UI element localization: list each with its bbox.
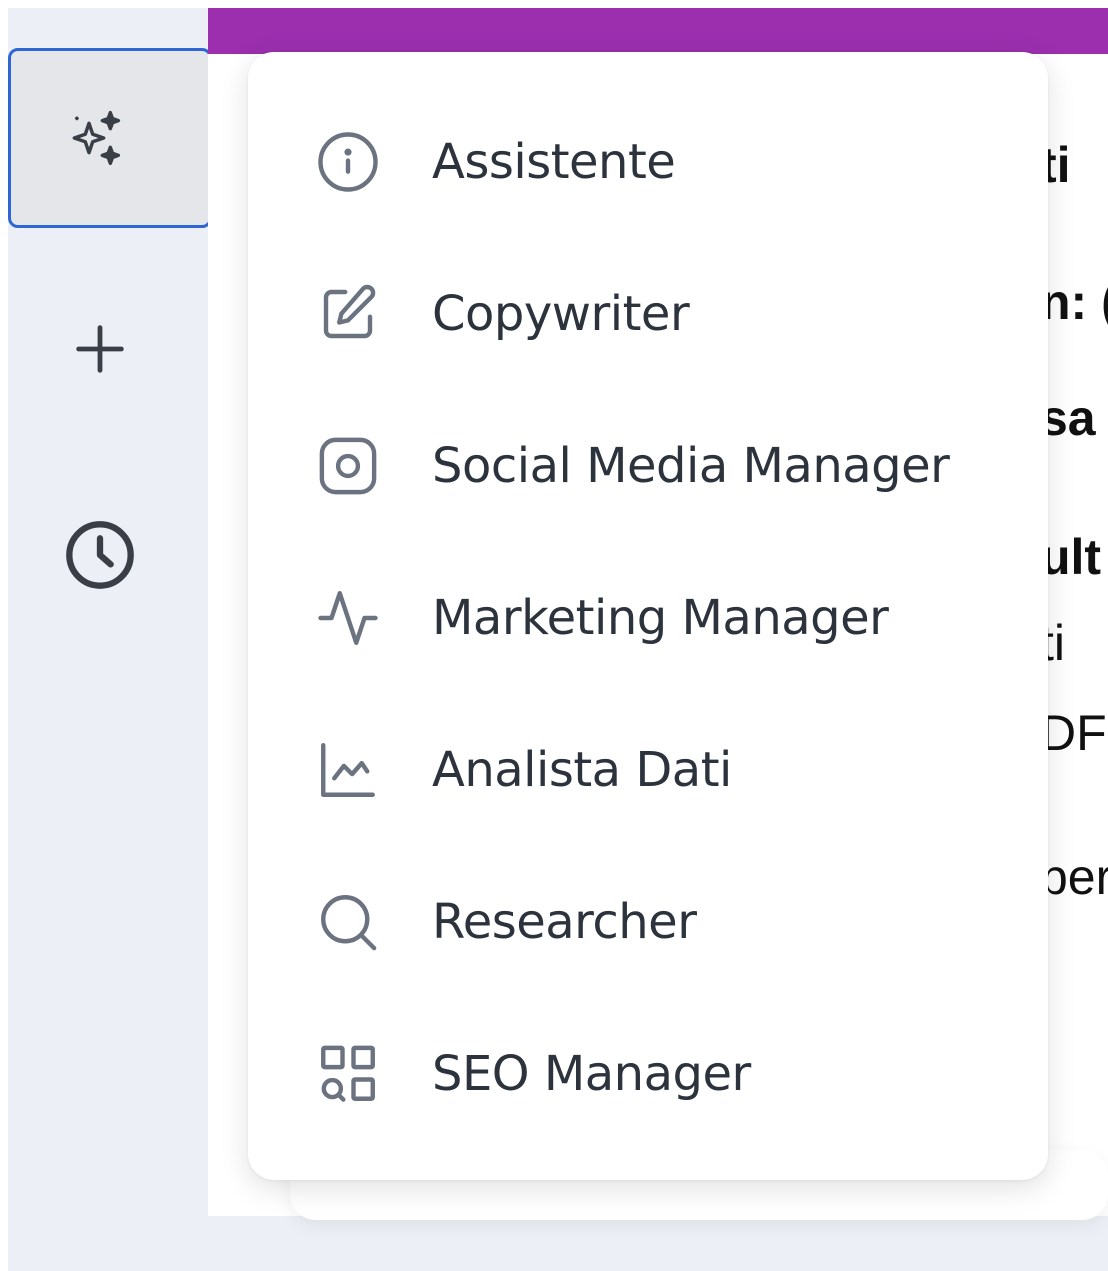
agents-button[interactable] xyxy=(8,48,212,228)
menu-item-social-media-manager[interactable]: Social Media Manager xyxy=(248,390,1048,542)
activity-icon xyxy=(314,584,382,652)
sparkles-icon xyxy=(65,106,129,170)
chart-line-icon xyxy=(314,736,382,804)
edit-icon xyxy=(314,280,382,348)
menu-item-marketing-manager[interactable]: Marketing Manager xyxy=(248,542,1048,694)
menu-item-label: Social Media Manager xyxy=(432,438,950,494)
menu-item-label: Analista Dati xyxy=(432,742,732,798)
search-icon xyxy=(314,888,382,956)
text-fragment: DF xyxy=(1040,705,1107,761)
instagram-icon xyxy=(314,432,382,500)
menu-item-label: Marketing Manager xyxy=(432,590,889,646)
info-circle-icon xyxy=(314,128,382,196)
menu-item-label: SEO Manager xyxy=(432,1046,751,1102)
text-fragment: sa xyxy=(1040,390,1096,446)
text-fragment: per xyxy=(1040,849,1108,905)
menu-item-copywriter[interactable]: Copywriter xyxy=(248,238,1048,390)
menu-item-label: Copywriter xyxy=(432,286,690,342)
history-button[interactable] xyxy=(8,505,192,605)
clock-icon xyxy=(60,515,140,595)
text-fragment: ult xyxy=(1040,529,1102,585)
menu-item-assistente[interactable]: Assistente xyxy=(248,86,1048,238)
text-fragment: n: ( xyxy=(1040,274,1108,330)
agent-menu: Assistente Copywriter Social Media Manag… xyxy=(248,52,1048,1180)
app-window: ti n: ( sa ult ti DF per Assistente xyxy=(0,0,1108,1271)
input-area-background xyxy=(208,1216,1108,1271)
menu-item-label: Researcher xyxy=(432,894,697,950)
menu-item-researcher[interactable]: Researcher xyxy=(248,846,1048,998)
grid-search-icon xyxy=(314,1040,382,1108)
top-bar xyxy=(208,8,1108,54)
menu-item-analista-dati[interactable]: Analista Dati xyxy=(248,694,1048,846)
menu-item-seo-manager[interactable]: SEO Manager xyxy=(248,998,1048,1150)
new-chat-button[interactable] xyxy=(8,299,192,399)
menu-item-label: Assistente xyxy=(432,134,676,190)
plus-icon xyxy=(68,317,132,381)
